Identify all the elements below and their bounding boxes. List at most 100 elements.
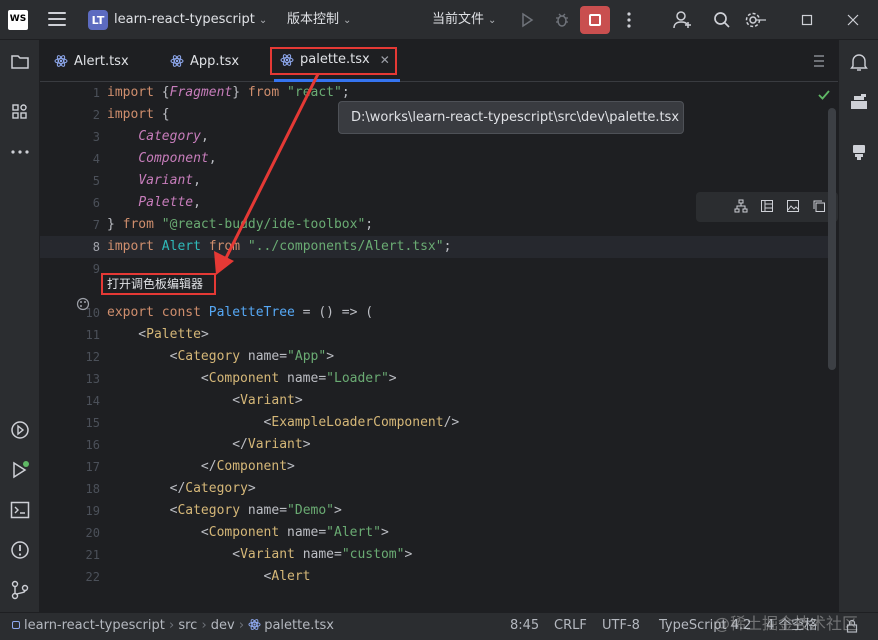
- code-line[interactable]: <Alert: [107, 566, 311, 588]
- more-actions-icon[interactable]: [617, 8, 641, 32]
- run-tool-icon[interactable]: [8, 458, 32, 482]
- code-line[interactable]: <Category name="App">: [107, 346, 334, 368]
- module-icon: [12, 620, 20, 629]
- breadcrumb-file[interactable]: palette.tsx: [264, 618, 334, 633]
- tab-list-icon[interactable]: [810, 52, 828, 70]
- code-editor[interactable]: 1 2 3 4 5 6 7 8 9 10 11 12 13 14 15 16 17 18 19 20 21 22 impo…: [40, 82, 838, 612]
- search-icon[interactable]: [710, 8, 734, 32]
- code-area[interactable]: import {Fragment} from "react"; import { …: [107, 82, 827, 612]
- code-line[interactable]: <Component name="Loader">: [107, 368, 397, 390]
- code-token: {: [161, 85, 170, 100]
- line-number: 14: [85, 394, 100, 408]
- code-token: }: [107, 217, 123, 232]
- notifications-bell-icon[interactable]: [847, 50, 871, 74]
- webstorm-logo[interactable]: WS: [8, 10, 28, 30]
- line-number-gutter: 1 2 3 4 5 6 7 8 9 10 11 12 13 14 15 16 17 18 19 20 21 22: [40, 82, 100, 612]
- palette-tool-icon[interactable]: [847, 140, 871, 164]
- structure-icon[interactable]: [8, 100, 32, 124]
- code-line[interactable]: import Alert from "../components/Alert.t…: [107, 236, 451, 258]
- line-number: 11: [85, 328, 100, 342]
- code-token: >: [326, 349, 335, 364]
- services-icon[interactable]: [8, 418, 32, 442]
- copy-icon[interactable]: [812, 199, 826, 213]
- run-config-selector[interactable]: 当前文件 ⌄: [432, 0, 496, 40]
- code-token: <: [107, 349, 178, 364]
- watermark: @稀土掘金技术社区: [714, 614, 859, 633]
- code-line[interactable]: </Component>: [107, 456, 295, 478]
- file-encoding[interactable]: UTF-8: [602, 613, 640, 640]
- code-token: Alert: [161, 239, 209, 254]
- code-line[interactable]: Category,: [107, 126, 208, 148]
- add-user-icon[interactable]: [671, 8, 695, 32]
- code-line[interactable]: Component,: [107, 148, 216, 170]
- code-token: <: [107, 393, 241, 408]
- line-number: 19: [85, 504, 100, 518]
- code-token: =: [334, 547, 342, 562]
- line-number: 9: [92, 262, 100, 276]
- code-token: from: [122, 217, 162, 232]
- hierarchy-icon[interactable]: [734, 199, 748, 213]
- code-line[interactable]: <Category name="Demo">: [107, 500, 342, 522]
- breadcrumb-dev[interactable]: dev: [211, 618, 235, 633]
- line-number: 21: [85, 548, 100, 562]
- code-line[interactable]: Variant,: [107, 170, 201, 192]
- logo-text: WS: [9, 14, 27, 24]
- code-token: import: [107, 107, 162, 122]
- no-problems-check-icon[interactable]: [817, 88, 831, 106]
- tab-app-tsx[interactable]: App.tsx: [170, 40, 239, 82]
- code-line[interactable]: export const PaletteTree = () => (: [107, 302, 373, 324]
- debug-icon[interactable]: [550, 8, 574, 32]
- code-token: ;: [443, 239, 452, 254]
- code-token: Component: [208, 371, 288, 386]
- git-icon[interactable]: [8, 578, 32, 602]
- run-icon[interactable]: [515, 8, 539, 32]
- main-menu-icon[interactable]: [48, 12, 66, 28]
- maximize-button[interactable]: [784, 0, 830, 40]
- breadcrumb-project[interactable]: learn-react-typescript: [24, 618, 165, 633]
- line-separator[interactable]: CRLF: [554, 613, 587, 640]
- problems-icon[interactable]: [8, 538, 32, 562]
- react-file-icon: [170, 55, 184, 67]
- project-badge[interactable]: LT: [88, 10, 108, 30]
- code-token: >: [334, 503, 342, 518]
- code-line[interactable]: } from "@react-buddy/ide-toolbox";: [107, 214, 373, 236]
- code-line[interactable]: </Variant>: [107, 434, 310, 456]
- line-number: 13: [85, 372, 100, 386]
- image-preview-icon[interactable]: [786, 199, 800, 213]
- minimize-button[interactable]: [738, 0, 784, 40]
- code-token: import: [107, 85, 162, 100]
- code-line[interactable]: <ExampleLoaderComponent/>: [107, 412, 460, 434]
- terminal-icon[interactable]: [8, 498, 32, 522]
- list-view-icon[interactable]: [760, 199, 774, 213]
- editor-scrollbar[interactable]: [828, 108, 836, 370]
- line-number: 8: [92, 240, 100, 254]
- code-line[interactable]: import {Fragment} from "react";: [107, 82, 350, 104]
- stop-button[interactable]: [580, 6, 610, 34]
- code-token: name: [287, 525, 319, 540]
- tab-alert-tsx[interactable]: Alert.tsx: [54, 40, 129, 82]
- code-line[interactable]: <Palette>: [107, 324, 208, 346]
- close-window-button[interactable]: [830, 0, 876, 40]
- react-buddy-icon[interactable]: [847, 90, 871, 114]
- react-file-icon: [248, 619, 261, 630]
- file-path-tooltip: D:\works\learn-react-typescript\src\dev\…: [338, 101, 684, 134]
- code-token: ,: [193, 195, 201, 210]
- code-line[interactable]: Palette,: [107, 192, 201, 214]
- open-palette-editor-hint[interactable]: 打开调色板编辑器: [101, 273, 216, 295]
- palette-gutter-icon[interactable]: [76, 297, 90, 311]
- code-token: =: [279, 349, 288, 364]
- vcs-label: 版本控制: [287, 12, 340, 27]
- more-tools-icon[interactable]: [8, 140, 32, 164]
- folder-icon[interactable]: [8, 50, 32, 74]
- code-line[interactable]: import {: [107, 104, 170, 126]
- breadcrumb-src[interactable]: src: [178, 618, 197, 633]
- code-line[interactable]: <Variant name="custom">: [107, 544, 412, 566]
- left-tool-window-bar: [0, 40, 40, 612]
- code-line[interactable]: <Variant>: [107, 390, 302, 412]
- caret-position[interactable]: 8:45: [510, 613, 539, 640]
- code-line[interactable]: <Component name="Alert">: [107, 522, 389, 544]
- stop-icon: [589, 14, 601, 26]
- code-line[interactable]: </Category>: [107, 478, 256, 500]
- project-selector[interactable]: learn-react-typescript ⌄: [114, 0, 267, 40]
- vcs-menu[interactable]: 版本控制 ⌄: [287, 0, 351, 40]
